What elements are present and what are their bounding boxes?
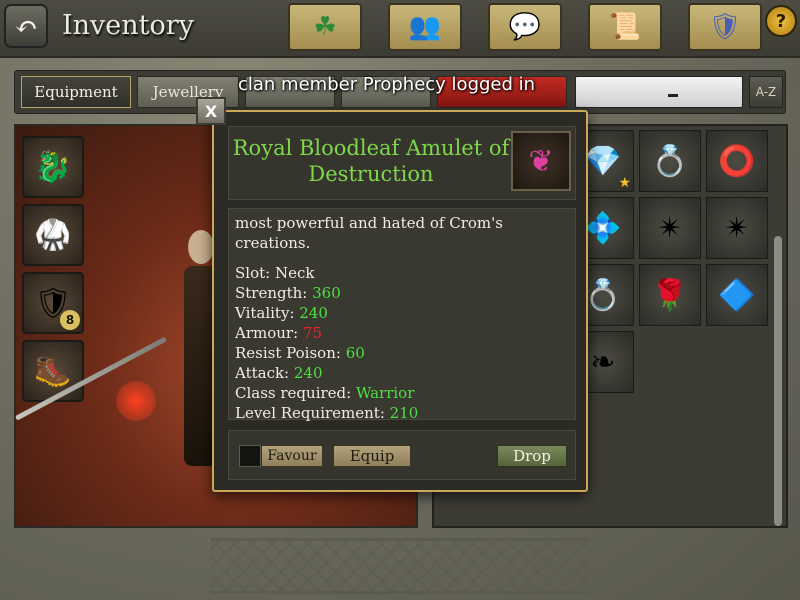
star-icon: ★: [618, 175, 631, 191]
tab-equipment[interactable]: Equipment: [21, 76, 131, 108]
stat-row: Armour: 75: [235, 323, 569, 343]
gold-ring-icon: 💍: [584, 277, 622, 313]
slot-count-badge: 8: [60, 310, 80, 330]
stat-label: Slot:: [235, 264, 275, 282]
stat-row: Strength: 360: [235, 283, 569, 303]
blue-amulet-icon: 🔷: [718, 277, 756, 313]
stat-value: 60: [345, 344, 365, 362]
stat-label: Vitality:: [235, 304, 300, 322]
ring-icon: 💍: [651, 143, 689, 179]
stat-value: 210: [389, 404, 419, 422]
stat-value: 360: [312, 284, 341, 302]
inventory-slot[interactable]: 💍: [639, 130, 701, 192]
equip-button[interactable]: Equip: [333, 445, 411, 467]
quest-scroll-icon[interactable]: 📜: [588, 3, 662, 51]
spiked-ring-icon: ✴: [724, 210, 750, 246]
stat-value: 240: [293, 364, 323, 382]
text-caret: [668, 94, 678, 97]
triskelion-icon[interactable]: ☘: [288, 3, 362, 51]
spear-glow: [116, 381, 156, 421]
flower-ring-icon: 🌹: [651, 277, 689, 313]
page-title: Inventory: [62, 10, 194, 41]
search-input[interactable]: [575, 76, 743, 108]
favour-checkbox[interactable]: [239, 445, 261, 467]
boots-slot[interactable]: 🥾: [22, 340, 84, 402]
back-arrow-icon[interactable]: ↶: [4, 4, 48, 48]
sapphire-ring-icon: 💎: [584, 143, 622, 179]
stat-value: 240: [299, 304, 328, 322]
blue-ring-icon: 💠: [584, 210, 622, 246]
decorative-knot: [210, 538, 590, 594]
top-bar: ↶ Inventory ☘ 👥 💬 📜 🛡 ?: [0, 0, 800, 58]
stat-row: Class required: Warrior: [235, 383, 569, 403]
item-stats: most powerful and hated of Crom's creati…: [228, 208, 576, 423]
stat-label: Strength:: [235, 284, 313, 302]
spiked-ring-icon: ✴: [657, 210, 683, 246]
chat-bubble-icon[interactable]: 💬: [488, 3, 562, 51]
stat-row: Attack: 240: [235, 363, 569, 383]
drop-button[interactable]: Drop: [497, 445, 567, 467]
item-name: Royal Bloodleaf Amulet of Destruction: [232, 136, 510, 186]
stat-label: Armour:: [235, 324, 303, 342]
stat-value: Warrior: [355, 384, 415, 402]
boots-icon: 🥾: [34, 353, 72, 389]
equipment-slots: 🐉 🥋 🛡 8 🥾: [22, 136, 86, 408]
ruby-ring-icon: ⭕: [718, 143, 756, 179]
close-icon[interactable]: X: [196, 97, 226, 125]
inventory-slot[interactable]: 🔷: [706, 264, 768, 326]
stat-row: Vitality: 240: [235, 303, 569, 323]
character-head: [188, 230, 214, 264]
stat-value: 75: [302, 324, 323, 342]
stat-row: Resist Poison: 60: [235, 343, 569, 363]
stat-label: Level Requirement:: [235, 404, 390, 422]
dragon-helm-icon: 🐉: [34, 149, 72, 185]
shield-slot[interactable]: 🛡 8: [22, 272, 84, 334]
chest-armor-icon: 🥋: [34, 217, 72, 253]
item-description: most powerful and hated of Crom's creati…: [235, 214, 503, 252]
clan-notification: clan member Prophecy logged in: [238, 74, 536, 95]
item-actions: Favour Equip Drop: [228, 430, 576, 480]
item-details-dialog: Royal Bloodleaf Amulet of Destruction ❦ …: [212, 110, 588, 492]
bloodleaf-amulet-icon: ❦: [511, 131, 571, 191]
shield-crest-icon[interactable]: 🛡: [688, 3, 762, 51]
inventory-slot[interactable]: 🌹: [639, 264, 701, 326]
inventory-slot[interactable]: ⭕: [706, 130, 768, 192]
stat-label: Resist Poison:: [235, 344, 346, 362]
stat-value: Neck: [274, 264, 315, 282]
inventory-slot[interactable]: ✴: [706, 197, 768, 259]
stat-row: Slot: Neck: [235, 263, 569, 283]
favour-button[interactable]: Favour: [261, 445, 323, 467]
helm-slot[interactable]: 🐉: [22, 136, 84, 198]
stats-list: Slot: Neck Strength: 360 Vitality: 240 Armo…: [235, 263, 569, 423]
inventory-slot[interactable]: ✴: [639, 197, 701, 259]
stat-row: Level Requirement: 210: [235, 403, 569, 423]
chest-slot[interactable]: 🥋: [22, 204, 84, 266]
sort-az-button[interactable]: A-Z: [749, 76, 783, 108]
stat-label: Class required:: [235, 384, 356, 402]
help-icon[interactable]: ?: [765, 5, 797, 37]
green-amulet-icon: ❧: [590, 344, 616, 380]
item-header: Royal Bloodleaf Amulet of Destruction ❦: [228, 126, 576, 200]
inventory-scrollbar[interactable]: [774, 236, 782, 526]
clan-members-icon[interactable]: 👥: [388, 3, 462, 51]
stat-label: Attack:: [235, 364, 294, 382]
